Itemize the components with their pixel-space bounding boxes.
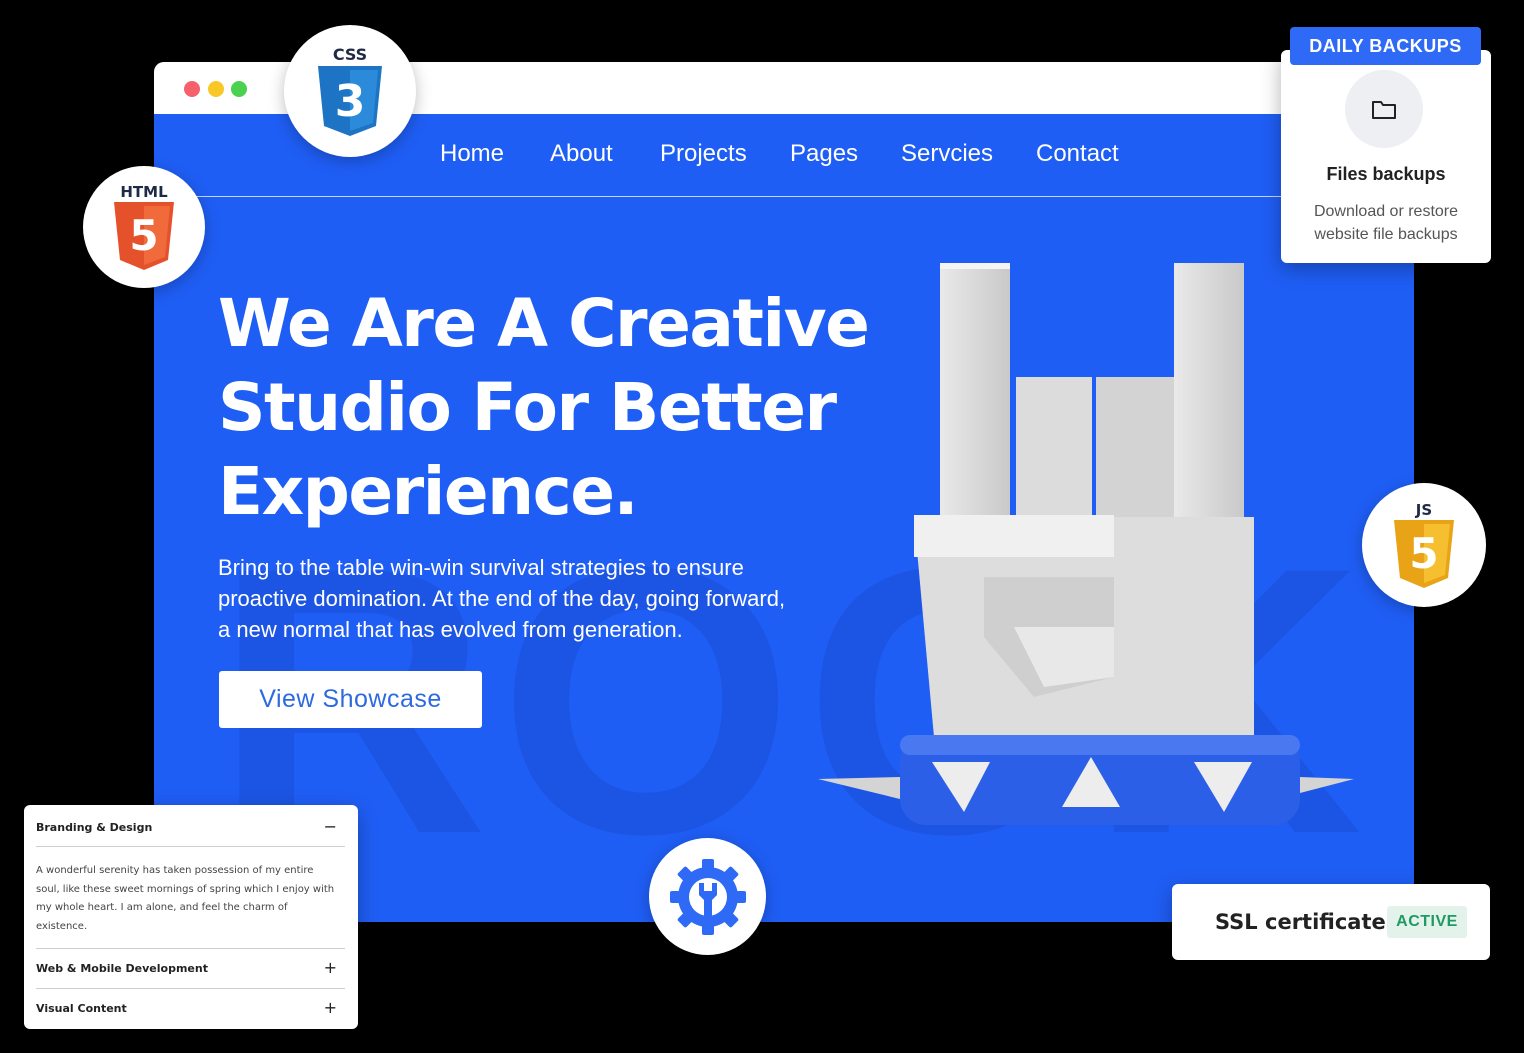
services-accordion: Branding & Design − A wonderful serenity…: [24, 805, 358, 1029]
nav-projects[interactable]: Projects: [660, 140, 747, 168]
folder-icon: [1372, 101, 1396, 119]
ssl-card: SSL certificate ACTIVE: [1172, 884, 1490, 960]
nav-services[interactable]: Servcies: [901, 140, 993, 168]
maximize-dot[interactable]: [231, 81, 247, 97]
close-dot[interactable]: [184, 81, 200, 97]
backup-description: Download or restore website file backups: [1291, 200, 1481, 246]
backup-title: Files backups: [1326, 164, 1446, 184]
daily-backups-badge: DAILY BACKUPS: [1290, 27, 1481, 65]
accordion-body-line: A wonderful serenity has taken possessio…: [36, 865, 314, 876]
nav-about[interactable]: About: [550, 140, 613, 168]
hero-subtitle-line: Bring to the table win-win survival stra…: [218, 555, 744, 580]
nav-home[interactable]: Home: [440, 140, 504, 168]
browser-window: ROCK Home About Projects Pages Servcies …: [154, 62, 1414, 922]
divider: [36, 948, 345, 949]
js-icon: JS 5: [1362, 483, 1486, 607]
accordion-title: Visual Content: [36, 1002, 127, 1015]
hero-subtitle-line: a new normal that has evolved from gener…: [218, 617, 683, 642]
accordion-title: Web & Mobile Development: [36, 962, 208, 975]
js-label: JS: [1415, 501, 1432, 519]
folder-icon-circle: [1345, 70, 1423, 148]
accordion-item-web-mobile[interactable]: Web & Mobile Development +: [36, 958, 345, 977]
accordion-item-visual-content[interactable]: Visual Content +: [36, 998, 345, 1017]
hero-title-line: We Are A Creative: [218, 285, 870, 362]
css3-label: CSS: [333, 45, 367, 64]
backup-card: Files backups Download or restore websit…: [1281, 50, 1491, 263]
accordion-body-line: soul, like these sweet mornings of sprin…: [36, 883, 335, 895]
backup-desc-line: website file backups: [1314, 226, 1458, 243]
html5-icon: HTML 5: [83, 166, 205, 288]
accordion-item-branding[interactable]: Branding & Design −: [36, 817, 345, 836]
view-showcase-button[interactable]: View Showcase: [219, 671, 482, 728]
backup-desc-line: Download or restore: [1313, 203, 1459, 220]
html5-label: HTML: [120, 183, 168, 201]
expand-icon[interactable]: +: [324, 998, 337, 1017]
ssl-label: SSL certificate: [1215, 910, 1386, 934]
hero-title-line: Experience.: [218, 453, 639, 530]
gear-wrench-badge: [649, 838, 766, 955]
hero-subtitle: Bring to the table win-win survival stra…: [218, 552, 858, 645]
expand-icon[interactable]: +: [324, 958, 337, 977]
hero-title-line: Studio For Better: [218, 369, 837, 446]
accordion-body: A wonderful serenity has taken possessio…: [36, 862, 348, 936]
rock-hand-illustration: [818, 263, 1354, 825]
accordion-body-line: existence.: [36, 920, 88, 932]
hero-title: We Are A Creative Studio For Better Expe…: [218, 282, 878, 534]
nav-pages[interactable]: Pages: [790, 140, 858, 168]
minimize-dot[interactable]: [208, 81, 224, 97]
divider: [36, 988, 345, 989]
js-number: 5: [1409, 529, 1438, 578]
nav-contact[interactable]: Contact: [1036, 140, 1119, 168]
html5-number: 5: [129, 211, 158, 260]
divider: [36, 846, 345, 847]
accordion-body-line: my whole heart. I am alone, and feel the…: [36, 902, 288, 913]
css3-number: 3: [335, 76, 366, 127]
hero-subtitle-line: proactive domination. At the end of the …: [218, 586, 786, 611]
gear-wrench-icon: [669, 858, 746, 935]
accordion-title: Branding & Design: [36, 821, 153, 834]
ssl-status-badge: ACTIVE: [1387, 906, 1467, 938]
collapse-icon[interactable]: −: [324, 817, 337, 836]
css3-icon: CSS 3: [284, 25, 416, 157]
